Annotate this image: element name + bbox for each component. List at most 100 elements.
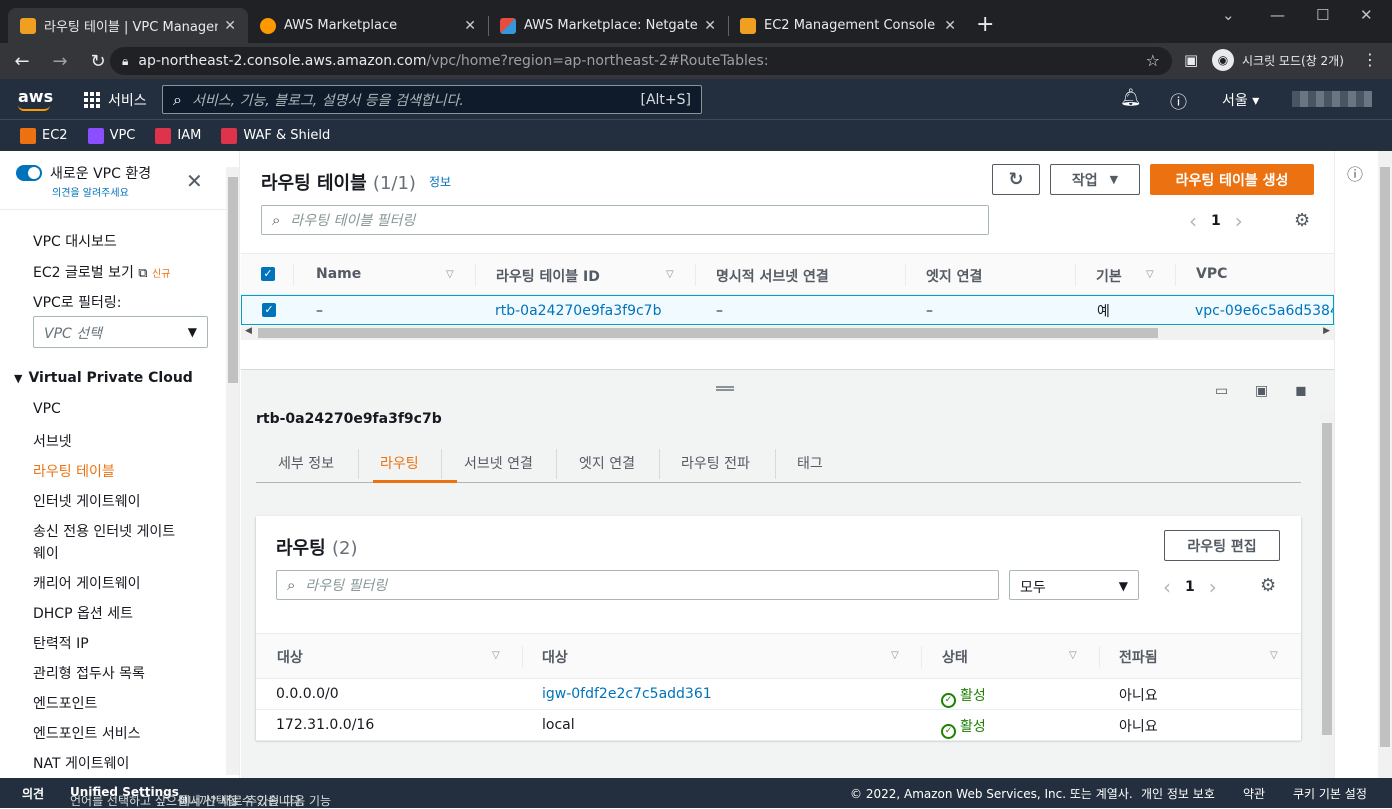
sidebar-item-endpoints[interactable]: 엔드포인트 bbox=[33, 693, 97, 713]
page-number[interactable]: 1 bbox=[1185, 579, 1195, 595]
feedback-link[interactable]: 의견을 알려주세요 bbox=[52, 184, 129, 199]
info-panel-icon[interactable]: ⓘ bbox=[1347, 161, 1363, 185]
column-header-subnet-assoc[interactable]: 명시적 서브넷 연결 bbox=[716, 266, 829, 286]
sidebar-item-internet-gateways[interactable]: 인터넷 게이트웨이 bbox=[33, 491, 141, 511]
close-tab-icon[interactable]: ✕ bbox=[224, 18, 236, 34]
resize-handle-icon[interactable] bbox=[716, 386, 734, 391]
routes-filter-input[interactable]: ⌕ 라우팅 필터링 bbox=[276, 570, 999, 600]
sort-icon[interactable]: ▽ bbox=[1270, 650, 1278, 661]
scroll-left-icon[interactable]: ◀ bbox=[245, 326, 252, 336]
browser-menu-icon[interactable]: ⋮ bbox=[1362, 50, 1378, 69]
refresh-button[interactable]: ↻ bbox=[992, 164, 1040, 195]
tab-tags[interactable]: 태그 bbox=[797, 453, 823, 473]
close-sidebar-icon[interactable]: ✕ bbox=[186, 169, 203, 193]
info-link[interactable]: 정보 bbox=[429, 173, 451, 190]
settings-gear-icon[interactable]: ⚙ bbox=[1260, 575, 1276, 596]
cell-vpc[interactable]: vpc-09e6c5a6d5384a bbox=[1195, 303, 1333, 319]
split-full-icon[interactable]: ◼ bbox=[1295, 383, 1307, 399]
split-bottom-icon[interactable]: ▭ bbox=[1215, 383, 1228, 399]
scrollbar-thumb[interactable] bbox=[228, 177, 238, 383]
cookie-preferences-link[interactable]: 쿠키 기본 설정 bbox=[1293, 785, 1367, 802]
prev-page-icon[interactable]: ‹ bbox=[1189, 209, 1197, 233]
sort-icon[interactable]: ▽ bbox=[1146, 269, 1154, 280]
back-icon[interactable]: ← bbox=[6, 51, 38, 72]
sort-icon[interactable]: ▽ bbox=[666, 269, 674, 280]
split-side-icon[interactable]: ▣ bbox=[1255, 383, 1268, 399]
sidebar-item-ec2-global-view[interactable]: EC2 글로벌 보기 ⧉ 신규 bbox=[33, 262, 170, 282]
tab-routes[interactable]: 라우팅 bbox=[380, 453, 419, 473]
sidebar-item-vpc[interactable]: VPC bbox=[33, 401, 61, 417]
sort-icon[interactable]: ▽ bbox=[891, 650, 899, 661]
favorite-waf[interactable]: WAF & Shield bbox=[221, 127, 330, 144]
account-menu[interactable] bbox=[1292, 91, 1372, 107]
column-header-route-table-id[interactable]: 라우팅 테이블 ID bbox=[496, 266, 600, 286]
table-row[interactable]: ✓ – rtb-0a24270e9fa3f9c7b – – 예 vpc-09e6… bbox=[241, 295, 1334, 325]
table-horizontal-scrollbar[interactable]: ◀ ▶ bbox=[241, 326, 1334, 340]
feedback-link[interactable]: 의견 bbox=[22, 785, 44, 802]
sidebar-item-carrier-gateways[interactable]: 캐리어 게이트웨이 bbox=[33, 573, 141, 593]
browser-tab-vpc[interactable]: 라우팅 테이블 | VPC Manageme ✕ bbox=[8, 8, 248, 43]
maximize-icon[interactable]: ☐ bbox=[1316, 6, 1329, 24]
sidebar-item-vpc-dashboard[interactable]: VPC 대시보드 bbox=[33, 231, 117, 251]
services-menu-button[interactable]: 서비스 bbox=[84, 90, 147, 110]
column-header-vpc[interactable]: VPC bbox=[1196, 266, 1227, 282]
create-route-table-button[interactable]: 라우팅 테이블 생성 bbox=[1150, 164, 1314, 195]
scroll-right-icon[interactable]: ▶ bbox=[1323, 326, 1330, 336]
sidebar-scrollbar[interactable] bbox=[226, 167, 239, 775]
edit-routes-button[interactable]: 라우팅 편집 bbox=[1164, 530, 1280, 561]
browser-tab-marketplace[interactable]: AWS Marketplace ✕ bbox=[248, 8, 488, 43]
new-vpc-experience-toggle[interactable] bbox=[16, 165, 42, 181]
sidebar-item-elastic-ip[interactable]: 탄력적 IP bbox=[33, 633, 89, 653]
side-panel-icon[interactable]: ▣ bbox=[1184, 51, 1198, 69]
column-header-main[interactable]: 기본 bbox=[1096, 266, 1122, 286]
column-header-name[interactable]: Name bbox=[316, 266, 361, 282]
sidebar-item-egress-only-igw-cont[interactable]: 웨이 bbox=[33, 543, 59, 563]
close-tab-icon[interactable]: ✕ bbox=[464, 18, 476, 34]
cell-target[interactable]: igw-0fdf2e2c7c5add361 bbox=[542, 686, 712, 702]
privacy-link[interactable]: 개인 정보 보호 bbox=[1141, 785, 1215, 802]
browser-tab-netgate[interactable]: AWS Marketplace: Netgate pfSe ✕ bbox=[488, 8, 728, 43]
incognito-indicator[interactable]: ◉ 시크릿 모드(창 2개) bbox=[1212, 49, 1344, 71]
settings-gear-icon[interactable]: ⚙ bbox=[1294, 210, 1310, 231]
scrollbar-thumb[interactable] bbox=[258, 328, 1158, 338]
sidebar-item-subnets[interactable]: 서브넷 bbox=[33, 431, 72, 451]
vpc-filter-select[interactable]: VPC 선택 ▼ bbox=[33, 316, 208, 348]
prev-page-icon[interactable]: ‹ bbox=[1163, 575, 1171, 599]
favorite-vpc[interactable]: VPC bbox=[87, 127, 135, 144]
bookmark-star-icon[interactable]: ☆ bbox=[1146, 51, 1160, 70]
tab-edge-associations[interactable]: 엣지 연결 bbox=[579, 453, 635, 473]
close-tab-icon[interactable]: ✕ bbox=[704, 18, 716, 34]
sidebar-item-endpoint-services[interactable]: 엔드포인트 서비스 bbox=[33, 723, 141, 743]
sort-icon[interactable]: ▽ bbox=[1069, 650, 1077, 661]
detail-scrollbar[interactable] bbox=[1320, 411, 1334, 778]
tab-subnet-associations[interactable]: 서브넷 연결 bbox=[464, 453, 533, 473]
column-header-destination[interactable]: 대상 bbox=[277, 647, 303, 667]
route-table-filter-input[interactable]: ⌕ 라우팅 테이블 필터링 bbox=[261, 205, 989, 235]
close-window-icon[interactable]: ✕ bbox=[1360, 6, 1373, 24]
routes-status-select[interactable]: 모두 ▼ bbox=[1009, 570, 1139, 600]
page-number[interactable]: 1 bbox=[1211, 213, 1221, 229]
region-selector[interactable]: 서울 ▾ bbox=[1222, 90, 1259, 110]
actions-button[interactable]: 작업 ▼ bbox=[1050, 164, 1140, 195]
column-header-target[interactable]: 대상 bbox=[542, 647, 568, 667]
help-icon[interactable]: ⓘ bbox=[1170, 88, 1187, 113]
cell-route-table-id[interactable]: rtb-0a24270e9fa3f9c7b bbox=[495, 303, 661, 319]
favorite-iam[interactable]: IAM bbox=[155, 127, 201, 144]
new-tab-icon[interactable]: + bbox=[976, 12, 994, 37]
favorite-ec2[interactable]: EC2 bbox=[20, 127, 68, 144]
sort-icon[interactable]: ▽ bbox=[446, 269, 454, 280]
tab-details[interactable]: 세부 정보 bbox=[278, 453, 334, 473]
url-input[interactable]: 🔒︎ ap-northeast-2.console.aws.amazon.com… bbox=[110, 47, 1172, 75]
sidebar-item-nat-gateways[interactable]: NAT 게이트웨이 bbox=[33, 753, 129, 773]
sidebar-item-dhcp-options[interactable]: DHCP 옵션 세트 bbox=[33, 603, 133, 623]
scrollbar-thumb[interactable] bbox=[1322, 423, 1332, 735]
close-tab-icon[interactable]: ✕ bbox=[944, 18, 956, 34]
tab-search-icon[interactable]: ⌄ bbox=[1222, 6, 1235, 24]
tab-route-propagation[interactable]: 라우팅 전파 bbox=[681, 453, 750, 473]
sort-icon[interactable]: ▽ bbox=[492, 650, 500, 661]
select-all-checkbox[interactable]: ✓ bbox=[261, 267, 275, 281]
scrollbar-thumb[interactable] bbox=[1380, 167, 1390, 747]
sidebar-item-prefix-lists[interactable]: 관리형 접두사 목록 bbox=[33, 663, 145, 683]
sidebar-item-egress-only-igw[interactable]: 송신 전용 인터넷 게이트 bbox=[33, 521, 175, 541]
column-header-propagated[interactable]: 전파됨 bbox=[1119, 647, 1158, 667]
